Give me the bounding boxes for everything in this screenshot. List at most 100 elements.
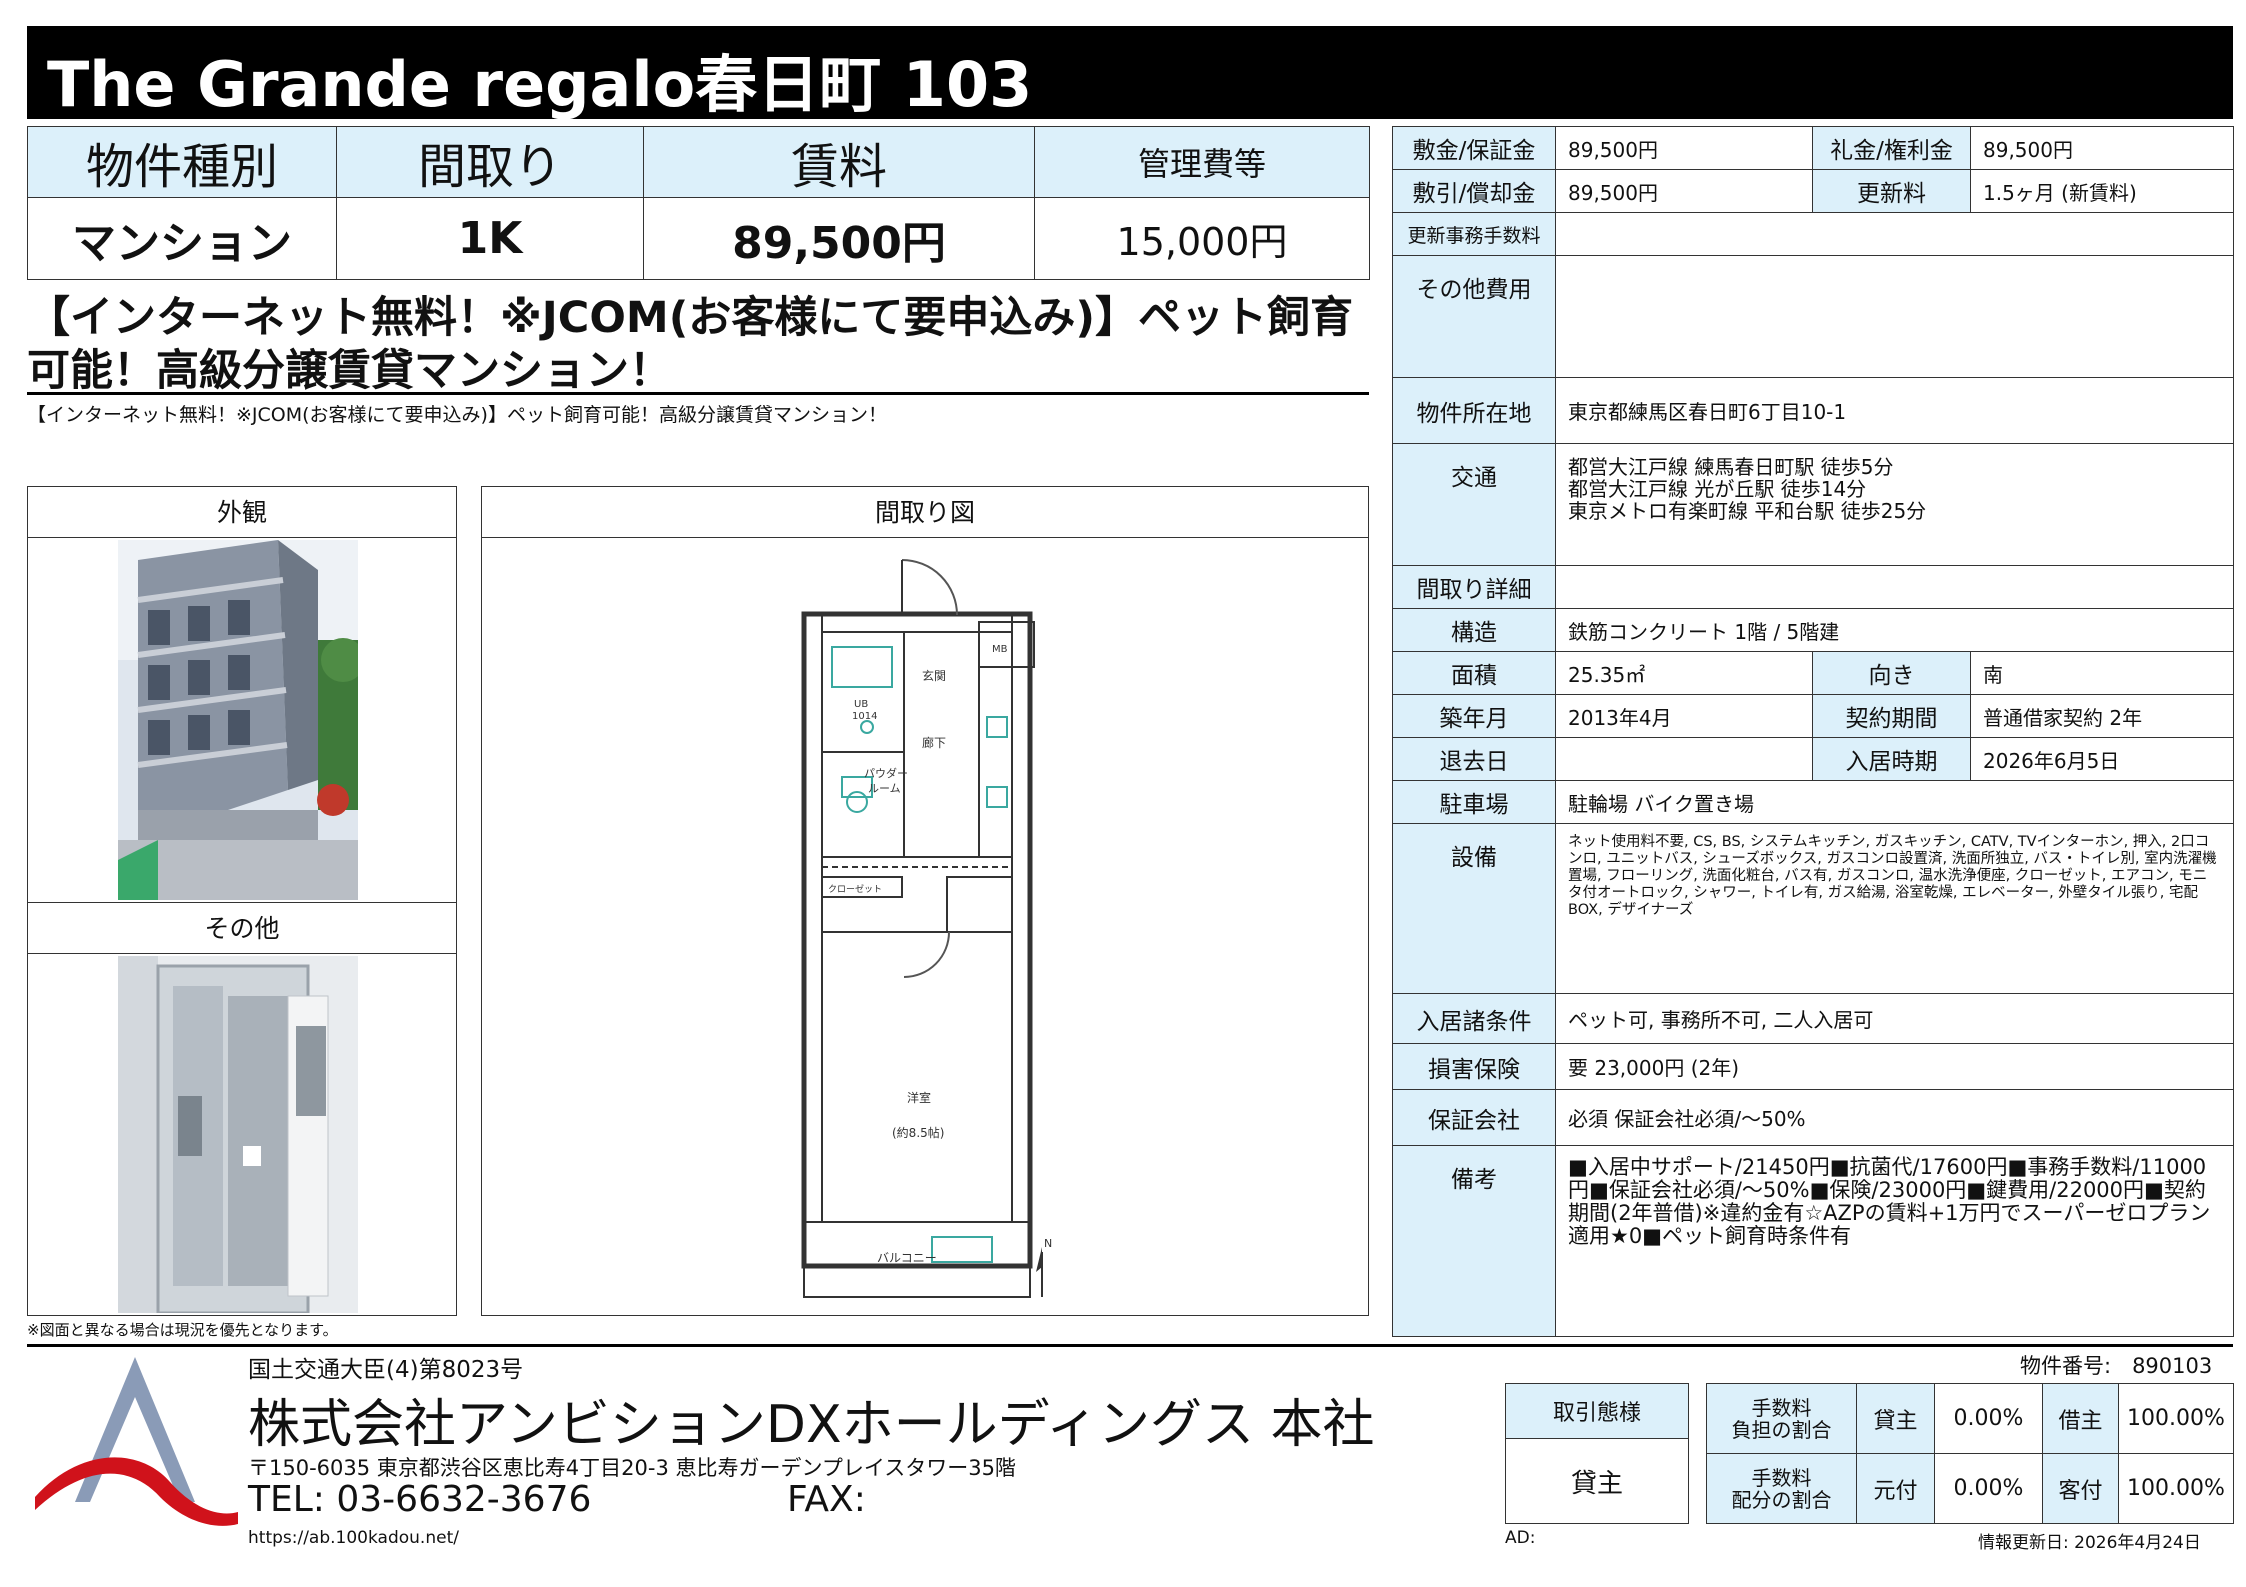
property-title: The Grande regalo春日町 103	[47, 48, 1033, 121]
contract-label: 契約期間	[1812, 694, 1971, 738]
other-costs-label: その他費用	[1392, 255, 1556, 378]
equipment-value: ネット使用料不要, CS, BS, システムキッチン, ガスキッチン, CATV…	[1555, 823, 2234, 994]
transaction-type-table: 取引態様 貸主	[1505, 1383, 1689, 1524]
other-header: その他	[28, 903, 456, 954]
key-money-value: 89,500円	[1970, 126, 2234, 170]
transport-line: 東京メトロ有楽町線 平和台駅 徒歩25分	[1568, 499, 1927, 523]
amortization-label: 敷引/償却金	[1392, 169, 1556, 213]
details-table: 敷金/保証金 89,500円 礼金/権利金 89,500円 敷引/償却金 89,…	[1392, 126, 2234, 1337]
landlord-label: 貸主	[1856, 1383, 1935, 1454]
layout-value: 1K	[336, 197, 644, 280]
amortization-value: 89,500円	[1555, 169, 1813, 213]
company-tel: TEL: 03-6632-3676	[248, 1479, 592, 1520]
vacate-value	[1555, 737, 1813, 781]
company-url[interactable]: https://ab.100kadou.net/	[248, 1528, 459, 1548]
exterior-photo	[118, 540, 358, 900]
management-fee-value: 15,000円	[1034, 197, 1370, 280]
key-money-label: 礼金/権利金	[1812, 126, 1971, 170]
transport-line: 都営大江戸線 光が丘駅 徒歩14分	[1568, 477, 1867, 501]
location-label: 物件所在地	[1392, 377, 1556, 444]
fee-split-label: 手数料 配分の割合	[1706, 1453, 1857, 1524]
insurance-value: 要 23,000円 (2年)	[1555, 1043, 2234, 1090]
landlord-pct: 0.00%	[1934, 1383, 2043, 1454]
powder-room-label-1: パウダー	[864, 766, 908, 780]
move-in-label: 入居時期	[1812, 737, 1971, 781]
north-label: N	[1044, 1237, 1052, 1250]
ad-label: AD:	[1505, 1528, 1536, 1548]
vacate-label: 退去日	[1392, 737, 1556, 781]
structure-label: 構造	[1392, 608, 1556, 652]
origin-pct: 0.00%	[1934, 1453, 2043, 1524]
company-name: 株式会社アンビションDXホールディングス 本社	[248, 1395, 1375, 1455]
license-number: 国土交通大臣(4)第8023号	[248, 1357, 524, 1383]
built-value: 2013年4月	[1555, 694, 1813, 738]
hallway-label: 廊下	[922, 735, 946, 750]
balcony-label: バルコニー	[877, 1251, 937, 1265]
title-bar: The Grande regalo春日町 103	[27, 26, 2233, 121]
other-panel: その他	[27, 902, 457, 1316]
transaction-type-label: 取引態様	[1505, 1383, 1689, 1439]
structure-value: 鉄筋コンクリート 1階 / 5階建	[1555, 608, 2234, 652]
other-costs-value	[1555, 255, 2234, 378]
contract-value: 普通借家契約 2年	[1970, 694, 2234, 738]
deposit-label: 敷金/保証金	[1392, 126, 1556, 170]
north-arrow-icon	[1036, 1247, 1043, 1297]
closet-label: クローゼット	[828, 883, 882, 895]
updated-date: 情報更新日: 2026年4月24日	[1978, 1533, 2201, 1553]
remarks-label: 備考	[1392, 1145, 1556, 1337]
summary-table: 物件種別 間取り 賃料 管理費等 マンション 1K 89,500円 15,000…	[27, 126, 1370, 280]
floorplan-header: 間取り図	[482, 487, 1368, 538]
disclaimer-note: ※図面と異なる場合は現況を優先となります。	[27, 1321, 338, 1339]
agent-pct: 100.00%	[2118, 1453, 2234, 1524]
footer-divider	[27, 1344, 2233, 1347]
origin-label: 元付	[1856, 1453, 1935, 1524]
powder-room-label-2: ルーム	[868, 782, 901, 795]
area-value: 25.35㎡	[1555, 651, 1813, 695]
floorplan-panel: 間取り図 玄関 MB UB 1014 廊下 パウダー ルーム クローゼット 洋室…	[481, 486, 1369, 1316]
western-room-label: 洋室	[907, 1090, 931, 1105]
exterior-panel: 外観	[27, 486, 457, 904]
sub-copy: 【インターネット無料！※JCOM(お客様にて要申込み)】ペット飼育可能！高級分譲…	[27, 404, 887, 426]
equipment-label: 設備	[1392, 823, 1556, 994]
ub-label: UB	[854, 699, 868, 710]
transport-line: 都営大江戸線 練馬春日町駅 徒歩5分	[1568, 455, 1894, 479]
conditions-label: 入居諸条件	[1392, 993, 1556, 1044]
transport-value: 都営大江戸線 練馬春日町駅 徒歩5分 都営大江戸線 光が丘駅 徒歩14分 東京メ…	[1555, 443, 2234, 566]
type-header: 物件種別	[27, 126, 337, 198]
divider	[27, 392, 1369, 395]
deposit-value: 89,500円	[1555, 126, 1813, 170]
renewal-admin-value	[1555, 212, 2234, 256]
fee-burden-label: 手数料 負担の割合	[1706, 1383, 1857, 1454]
tenant-pct: 100.00%	[2118, 1383, 2234, 1454]
transaction-type-value: 貸主	[1505, 1438, 1689, 1524]
management-fee-header: 管理費等	[1034, 126, 1370, 198]
floorplan-drawing: 玄関 MB UB 1014 廊下 パウダー ルーム クローゼット 洋室 (約8.…	[801, 559, 1052, 1298]
ub-number-label: 1014	[852, 711, 877, 722]
layout-header: 間取り	[336, 126, 644, 198]
entrance-photo	[118, 956, 358, 1313]
move-in-value: 2026年6月5日	[1970, 737, 2234, 781]
conditions-value: ペット可, 事務所不可, 二人入居可	[1555, 993, 2234, 1044]
direction-label: 向き	[1812, 651, 1971, 695]
company-logo	[35, 1357, 238, 1526]
company-fax: FAX:	[787, 1479, 866, 1520]
catch-copy: 【インターネット無料！※JCOM(お客様にて要申込み)】ペット飼育可能！高級分譲…	[27, 293, 1354, 396]
location-value: 東京都練馬区春日町6丁目10-1	[1555, 377, 2234, 444]
rent-header: 賃料	[643, 126, 1035, 198]
agent-label: 客付	[2042, 1453, 2119, 1524]
built-label: 築年月	[1392, 694, 1556, 738]
renewal-fee-value: 1.5ヶ月 (新賃料)	[1970, 169, 2234, 213]
entrance-label: 玄関	[922, 668, 946, 683]
company-address: 〒150-6035 東京都渋谷区恵比寿4丁目20-3 恵比寿ガーデンプレイスタワ…	[248, 1456, 1016, 1480]
renewal-fee-label: 更新料	[1812, 169, 1971, 213]
renewal-admin-label: 更新事務手数料	[1392, 212, 1556, 256]
mb-label: MB	[992, 644, 1008, 655]
parking-value: 駐輪場 バイク置き場	[1555, 780, 2234, 824]
guarantor-label: 保証会社	[1392, 1089, 1556, 1146]
property-number: 物件番号: 890103	[2020, 1354, 2213, 1378]
layout-detail-value	[1555, 565, 2234, 609]
type-value: マンション	[27, 197, 337, 280]
layout-detail-label: 間取り詳細	[1392, 565, 1556, 609]
remarks-value: ■入居中サポート/21450円■抗菌代/17600円■事務手数料/11000円■…	[1555, 1145, 2234, 1337]
insurance-label: 損害保険	[1392, 1043, 1556, 1090]
